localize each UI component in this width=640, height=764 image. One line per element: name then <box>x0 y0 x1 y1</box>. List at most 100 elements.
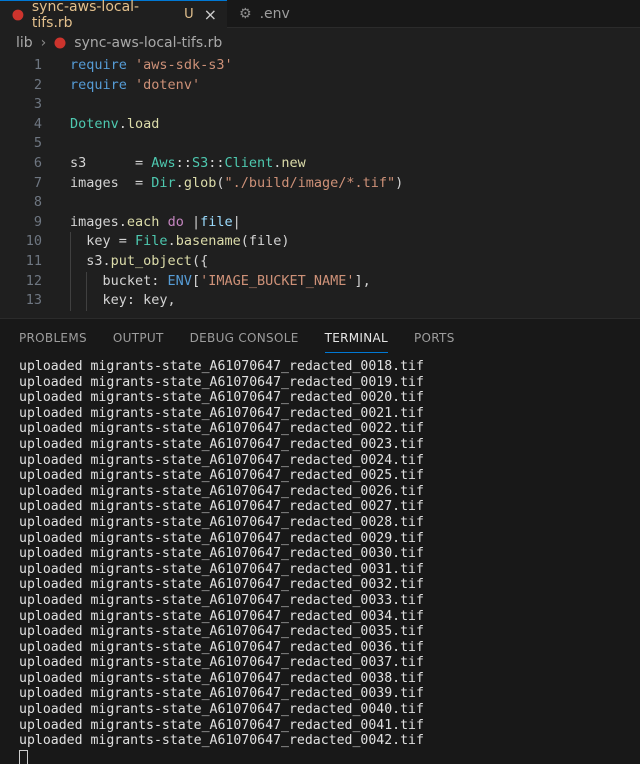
breadcrumb-file[interactable]: sync-aws-local-tifs.rb <box>74 35 222 51</box>
tab-sync-aws-local-tifs[interactable]: sync-aws-local-tifs.rb U × <box>0 0 227 31</box>
code-text: key = File.basename(file) <box>42 232 290 252</box>
code-line: 5 <box>0 134 640 154</box>
code-token: Dotenv <box>70 115 119 132</box>
terminal-line: uploaded migrants-state_A61070647_redact… <box>19 577 424 593</box>
code-token: require <box>70 76 127 93</box>
terminal-line: uploaded migrants-state_A61070647_redact… <box>19 359 424 374</box>
terminal-line: uploaded migrants-state_A61070647_redact… <box>19 639 424 655</box>
tab-terminal[interactable]: TERMINAL <box>324 319 389 355</box>
code-token: ENV <box>167 272 192 289</box>
code-token: (file) <box>240 233 290 250</box>
code-text: s3.put_object({ <box>42 251 209 272</box>
indent-guide <box>70 232 71 252</box>
code-editor[interactable]: 1 require 'aws-sdk-s3' 2 require 'dotenv' 3 4… <box>0 56 640 318</box>
code-text: bucket: ENV['IMAGE_BUCKET_NAME'], <box>42 271 371 292</box>
terminal-line: uploaded migrants-state_A61070647_redact… <box>19 702 424 718</box>
terminal-line: uploaded migrants-state_A61070647_redact… <box>19 390 424 406</box>
terminal-line: uploaded migrants-state_A61070647_redact… <box>19 483 424 499</box>
line-number: 2 <box>33 76 42 93</box>
code-text: require 'aws-sdk-s3' <box>42 56 233 76</box>
code-line: 7 images = Dir.glob("./build/image/*.tif"… <box>0 174 640 194</box>
tab-problems[interactable]: PROBLEMS <box>19 319 87 355</box>
code-line: 3 <box>0 95 640 115</box>
code-text: images.each do |file| <box>42 213 241 233</box>
chevron-right-icon: › <box>40 35 47 51</box>
code-line: 8 <box>0 193 640 213</box>
terminal-line: uploaded migrants-state_A61070647_redact… <box>19 717 424 733</box>
code-line: 9 images.each do |file| <box>0 213 640 233</box>
code-token: key = <box>86 233 136 250</box>
code-text: Dotenv.load <box>42 115 159 135</box>
breadcrumb-folder[interactable]: lib <box>16 35 33 51</box>
code-token: :: <box>175 154 192 171</box>
line-number: 10 <box>25 233 42 250</box>
code-text: require 'dotenv' <box>42 76 200 96</box>
code-token: basename <box>175 233 241 250</box>
code-line: 4 Dotenv.load <box>0 115 640 135</box>
tab-ports[interactable]: PORTS <box>414 319 455 355</box>
indent-guide <box>70 291 71 311</box>
code-token: S3 <box>191 154 209 171</box>
indent-guide <box>70 271 71 292</box>
code-token: s3 = <box>70 154 152 171</box>
line-number: 8 <box>33 194 42 211</box>
code-token: | <box>183 213 201 230</box>
code-token: bucket: <box>102 272 168 289</box>
tab-label: .env <box>259 6 290 22</box>
tab-output[interactable]: OUTPUT <box>113 319 164 355</box>
code-token: new <box>281 154 306 171</box>
ruby-icon <box>54 37 66 49</box>
editor-tab-bar: sync-aws-local-tifs.rb U × ⚙ .env <box>0 0 640 31</box>
untracked-badge: U <box>184 7 194 22</box>
line-number: 4 <box>33 115 42 132</box>
code-text: key: key, <box>42 291 176 311</box>
code-text: images = Dir.glob("./build/image/*.tif") <box>42 174 403 194</box>
gear-icon: ⚙ <box>239 6 252 22</box>
tab-debug-console[interactable]: DEBUG CONSOLE <box>190 319 299 355</box>
code-token: put_object <box>110 252 192 269</box>
terminal-line: uploaded migrants-state_A61070647_redact… <box>19 514 424 530</box>
line-number: 1 <box>33 57 42 73</box>
terminal-line: uploaded migrants-state_A61070647_redact… <box>19 452 424 468</box>
code-token: 'dotenv' <box>135 76 201 93</box>
code-text: s3 = Aws::S3::Client.new <box>42 154 306 174</box>
code-token: "./build/image/*.tif" <box>224 174 396 191</box>
code-token: | <box>232 213 241 230</box>
code-token: . <box>167 233 176 250</box>
code-token: glob <box>183 174 217 191</box>
code-line: 12 bucket: ENV['IMAGE_BUCKET_NAME'], <box>0 271 640 292</box>
line-number: 7 <box>33 174 42 191</box>
terminal-line: uploaded migrants-state_A61070647_redact… <box>19 608 424 624</box>
code-token: load <box>126 115 160 132</box>
code-token: s3. <box>86 252 111 269</box>
terminal-line: uploaded migrants-state_A61070647_redact… <box>19 468 424 484</box>
indent-guide <box>86 271 87 292</box>
panel-tab-bar: PROBLEMS OUTPUT DEBUG CONSOLE TERMINAL P… <box>0 319 640 355</box>
indent-guide <box>70 251 71 272</box>
code-token: key: key, <box>102 292 176 309</box>
terminal-line: uploaded migrants-state_A61070647_redact… <box>19 421 424 437</box>
tab-env[interactable]: ⚙ .env <box>227 0 300 28</box>
close-icon[interactable]: × <box>204 5 217 24</box>
line-number: 3 <box>33 96 42 113</box>
code-token: Client <box>224 154 274 171</box>
code-line: 6 s3 = Aws::S3::Client.new <box>0 154 640 174</box>
code-line: 10 key = File.basename(file) <box>0 232 640 252</box>
tab-label: sync-aws-local-tifs.rb <box>31 0 140 31</box>
code-token: File <box>135 233 168 250</box>
terminal-line: uploaded migrants-state_A61070647_redact… <box>19 733 424 749</box>
code-token: 'aws-sdk-s3' <box>135 57 233 73</box>
indent-guide <box>86 291 87 311</box>
terminal-line: uploaded migrants-state_A61070647_redact… <box>19 546 424 562</box>
terminal-line: uploaded migrants-state_A61070647_redact… <box>19 530 424 546</box>
terminal-output[interactable]: uploaded migrants-state_A61070647_redact… <box>19 359 424 764</box>
code-line: 11 s3.put_object({ <box>0 251 640 272</box>
terminal-line: uploaded migrants-state_A61070647_redact… <box>19 670 424 686</box>
terminal-line: uploaded migrants-state_A61070647_redact… <box>19 374 424 390</box>
line-number: 6 <box>33 154 42 171</box>
code-token: ({ <box>191 252 209 269</box>
